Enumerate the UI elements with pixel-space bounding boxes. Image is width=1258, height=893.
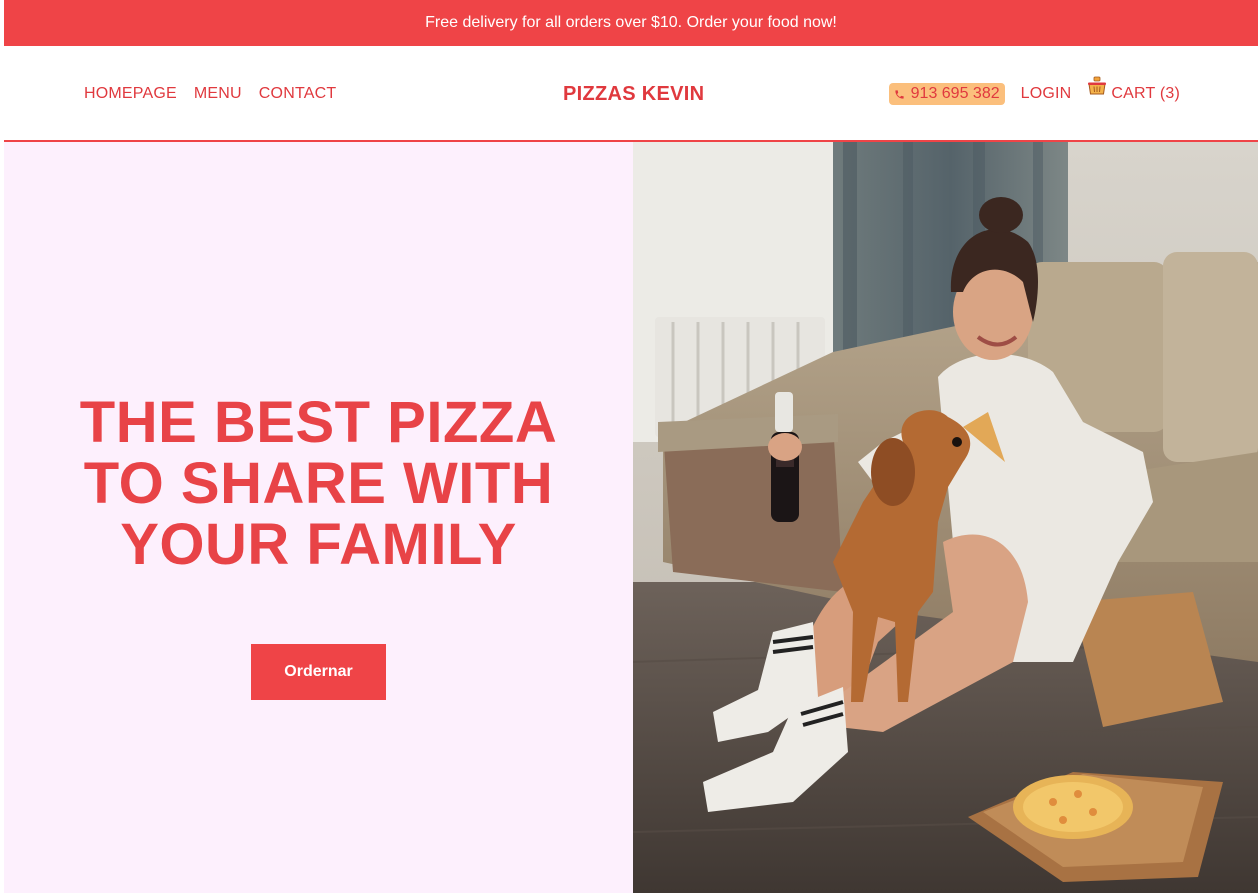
phone-icon bbox=[895, 89, 904, 99]
order-button[interactable]: Ordernar bbox=[251, 644, 386, 700]
promo-banner: Free delivery for all orders over $10. O… bbox=[4, 0, 1258, 46]
hero-title-line: TO SHARE WITH bbox=[83, 451, 554, 516]
promo-text: Free delivery for all orders over $10. O… bbox=[425, 14, 837, 31]
nav-link-contact[interactable]: CONTACT bbox=[259, 85, 337, 103]
nav-link-menu[interactable]: MENU bbox=[194, 85, 242, 103]
hero-title-line: YOUR FAMILY bbox=[120, 512, 517, 577]
hero-title-line: THE BEST PIZZA bbox=[79, 390, 558, 455]
nav-link-homepage[interactable]: HOMEPAGE bbox=[84, 85, 177, 103]
shopping-basket-icon bbox=[1088, 76, 1107, 95]
login-link[interactable]: LOGIN bbox=[1021, 85, 1072, 103]
hero-title: THE BEST PIZZA TO SHARE WITH YOUR FAMILY bbox=[4, 392, 633, 575]
cart-label: CART (3) bbox=[1111, 85, 1180, 102]
hero-photo-illustration bbox=[633, 142, 1258, 893]
cart-link[interactable]: CART (3) bbox=[1087, 76, 1180, 103]
hero-section: THE BEST PIZZA TO SHARE WITH YOUR FAMILY… bbox=[4, 142, 633, 893]
brand-logo[interactable]: PIZZAS KEVIN bbox=[563, 46, 704, 142]
phone-badge[interactable]: 913 695 382 bbox=[888, 83, 1005, 105]
hero-image bbox=[633, 142, 1258, 893]
site-header: HOMEPAGE MENU CONTACT PIZZAS KEVIN 913 6… bbox=[4, 46, 1258, 142]
phone-number: 913 695 382 bbox=[910, 85, 1000, 102]
header-actions: 913 695 382 LOGIN CART (3) bbox=[888, 46, 1180, 142]
main-nav: HOMEPAGE MENU CONTACT bbox=[84, 46, 336, 142]
